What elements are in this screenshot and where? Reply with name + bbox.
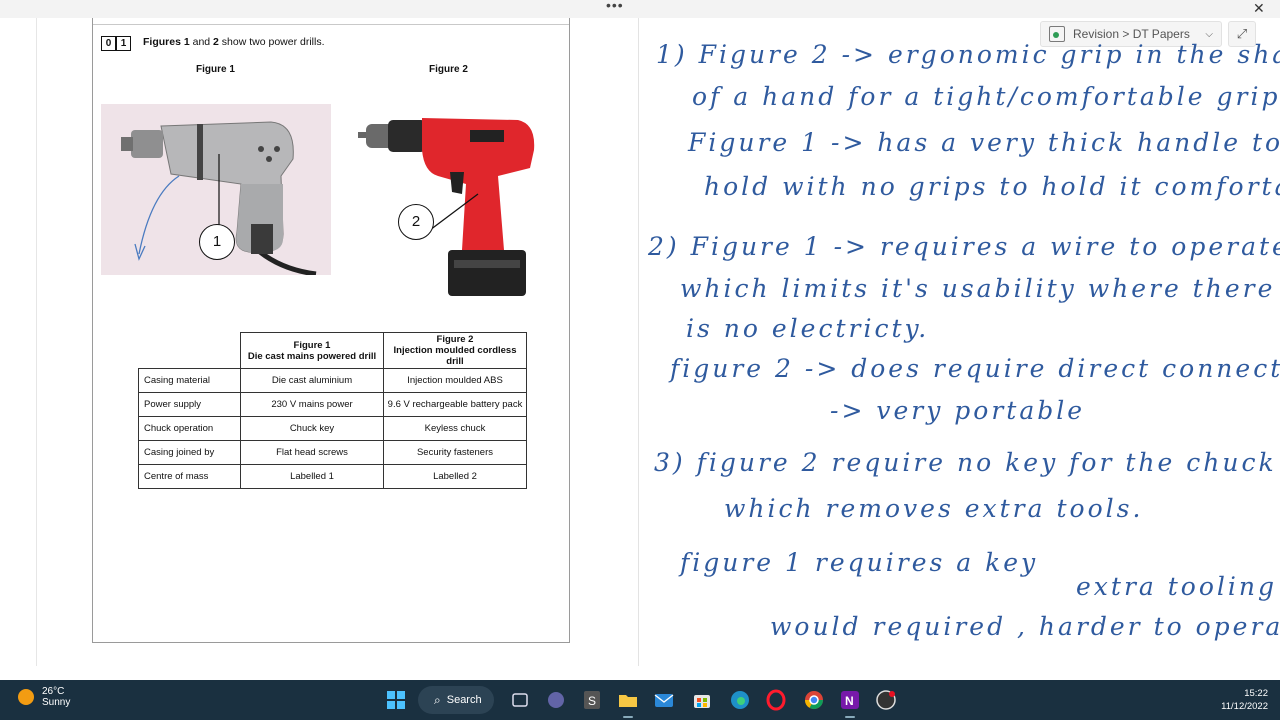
intro-end: show two power drills. [218,36,325,48]
row-figure2-value: Injection moulded ABS [383,368,527,393]
row-label: Chuck operation [138,416,241,441]
screencast-app-icon[interactable]: S [580,688,604,712]
note-line: extra tooling [1076,572,1277,601]
drill-comparison-table: Figure 1 Die cast mains powered drill Fig… [138,332,527,489]
cordless-drill-illustration [358,118,535,296]
page-margin-line [36,18,37,666]
note-line: -> very portable [830,396,1086,425]
svg-text:N: N [845,694,854,708]
note-line: figure 1 requires a key [680,548,1039,577]
row-figure2-value: Labelled 2 [383,464,527,489]
edge-icon[interactable] [728,688,752,712]
taskbar-search[interactable]: ⌕ Search [418,686,494,714]
row-figure1-value: Die cast aluminium [240,368,384,393]
intro-figure1: Figures 1 [143,36,190,48]
chevron-down-icon[interactable]: ⌵ [1205,29,1213,40]
weather-condition: Sunny [42,697,71,708]
header-title: Figure 2 [436,334,474,345]
figure1-title: Figure 1 [196,64,235,75]
row-label: Power supply [138,392,241,417]
weather-text: 26°C Sunny [42,686,70,708]
header-title: Figure 1 [293,339,331,351]
close-icon[interactable]: ✕ [1253,0,1265,17]
start-icon[interactable] [384,688,408,712]
search-label: Search [446,694,482,706]
row-figure1-value: Labelled 1 [240,464,384,489]
table-header-figure2: Figure 2 Injection moulded cordless drill [383,332,527,369]
breadcrumb-label: Revision > DT Papers [1073,27,1190,41]
note-line: which limits it's usability where there [680,274,1276,303]
note-line: hold with no grips to hold it comfortabl… [704,172,1280,201]
question-digit: 1 [116,36,131,51]
note-line: of a hand for a tight/comfortable grip [692,82,1280,111]
notebook-icon [1049,26,1065,42]
search-icon: ⌕ [434,692,441,707]
row-figure2-value: 9.6 V rechargeable battery pack [383,392,527,417]
note-line: would required , harder to operate. [770,612,1280,641]
sun-icon [18,689,34,705]
note-line: which removes extra tools. [724,494,1144,523]
page-divider [638,18,639,666]
note-line: figure 2 -> does require direct connect [670,354,1280,383]
active-app-indicator [845,716,855,718]
table-row: Casing joined by Flat head screws Securi… [138,440,527,465]
breadcrumb[interactable]: Revision > DT Papers ⌵ [1040,21,1222,47]
row-figure2-value: Security fasteners [383,440,527,465]
active-app-indicator [623,716,633,718]
row-figure1-value: 230 V mains power [240,392,384,417]
row-label: Casing material [138,368,241,393]
figure2-title: Figure 2 [429,64,468,75]
paper-top-rule [93,24,569,25]
opera-icon[interactable] [764,688,788,712]
clock-date: 11/12/2022 [1221,701,1268,712]
note-line: 3) figure 2 require no key for the chuck [654,448,1277,477]
centre-of-mass-label-2: 2 [398,204,434,240]
table-row: Chuck operation Chuck key Keyless chuck [138,416,527,441]
table-header-figure1: Figure 1 Die cast mains powered drill [240,332,384,369]
table-header-row: Figure 1 Die cast mains powered drill Fig… [139,332,527,369]
obs-icon[interactable] [874,688,898,712]
mail-icon[interactable] [652,688,676,712]
chrome-icon[interactable] [802,688,826,712]
table-corner [139,333,241,369]
question-digit: 0 [101,36,116,51]
note-line: 2) Figure 1 -> requires a wire to operat… [648,232,1280,261]
row-figure1-value: Chuck key [240,416,384,441]
table-row: Casing material Die cast aluminium Injec… [138,368,527,393]
row-label: Centre of mass [138,464,241,489]
figure2-drill-photo [358,110,543,300]
window-title-bar: ••• ✕ [0,0,1280,18]
clock-time: 15:22 [1244,688,1268,699]
row-label: Casing joined by [138,440,241,465]
expand-icon[interactable]: ⤢ [1228,21,1256,47]
row-figure2-value: Keyless chuck [383,416,527,441]
question-intro: Figures 1 and 2 show two power drills. [143,36,325,48]
system-clock[interactable]: 15:22 11/12/2022 [1221,687,1268,713]
header-subtitle: Injection moulded cordless drill [393,345,517,367]
file-explorer-icon[interactable] [616,688,640,712]
centre-of-mass-label-1: 1 [199,224,235,260]
teams-chat-icon[interactable] [544,688,568,712]
header-subtitle: Die cast mains powered drill [247,350,377,362]
table-row: Centre of mass Labelled 1 Labelled 2 [138,464,527,489]
note-line: Figure 1 -> has a very thick handle to [688,128,1280,157]
exam-paper[interactable]: 0 1 Figures 1 and 2 show two power drill… [92,18,570,643]
table-row: Power supply 230 V mains power 9.6 V rec… [138,392,527,417]
onenote-icon[interactable]: N [838,688,862,712]
task-view-icon[interactable] [508,688,532,712]
question-number: 0 1 [101,36,131,51]
note-line: is no electricty. [686,314,930,343]
windows-logo [387,691,405,709]
row-figure1-value: Flat head screws [240,440,384,465]
weather-widget[interactable]: 26°C Sunny [18,686,70,708]
taskbar: 26°C Sunny ⌕ Search S N 15:22 11/12/2022 [0,680,1280,720]
intro-mid: and [189,36,214,48]
store-icon[interactable] [690,688,714,712]
more-options-icon[interactable]: ••• [606,0,624,13]
svg-text:S: S [588,694,596,708]
temperature: 26°C [42,686,65,697]
